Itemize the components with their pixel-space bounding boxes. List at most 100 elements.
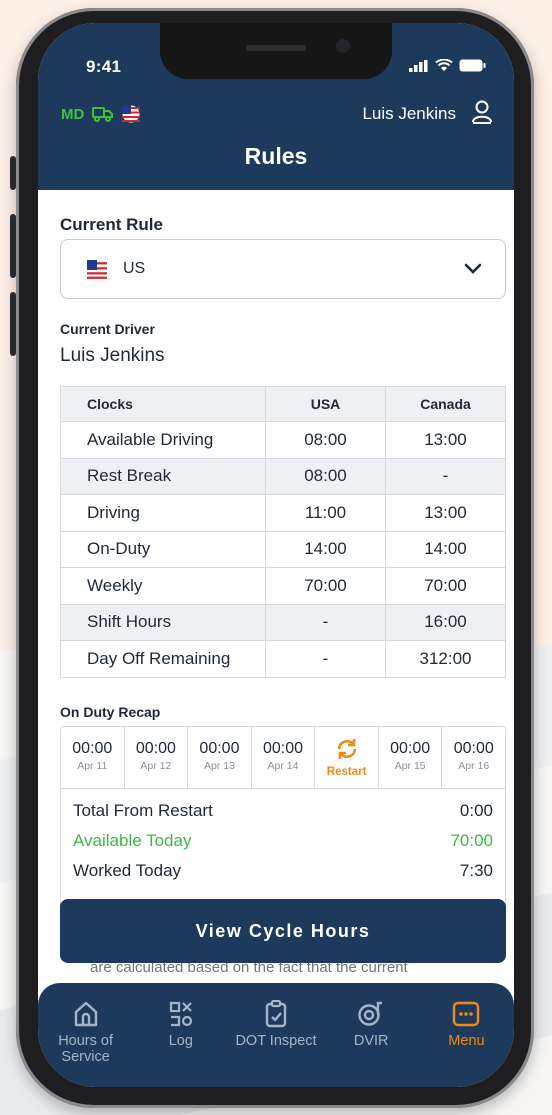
status-icons bbox=[409, 59, 486, 72]
day-hours: 00:00 bbox=[453, 740, 494, 757]
tab-log[interactable]: Log bbox=[133, 983, 228, 1087]
clock-canada: - bbox=[385, 457, 506, 495]
recap-summary: Total From Restart 0:00 Available Today 70… bbox=[61, 789, 505, 886]
tab-label: Menu bbox=[448, 1033, 485, 1049]
day-hours: 00:00 bbox=[199, 740, 240, 757]
status-time: 9:41 bbox=[86, 57, 122, 76]
column-header: Canada bbox=[385, 386, 506, 422]
header-user-name: Luis Jenkins bbox=[362, 104, 456, 123]
tab-dot-inspect[interactable]: DOT Inspect bbox=[228, 983, 323, 1087]
bottom-tab-bar: Hours of Service Log DOT Inspect DVIR Me… bbox=[38, 983, 514, 1087]
clock-name: Rest Break bbox=[60, 457, 266, 495]
summary-row: Available Today 70:00 bbox=[61, 826, 505, 856]
clock-usa: 11:00 bbox=[265, 494, 386, 532]
day-hours: 00:00 bbox=[263, 740, 304, 757]
recap-days: 00:00 Apr 11 00:00 Apr 12 00:00 Apr 13 00:0… bbox=[61, 727, 505, 789]
day-hours: 00:00 bbox=[135, 740, 176, 757]
on-duty-recap: 00:00 Apr 11 00:00 Apr 12 00:00 Apr 13 00:0… bbox=[60, 726, 506, 912]
table-row: Shift Hours - 16:00 bbox=[60, 603, 506, 641]
clock-canada: 70:00 bbox=[385, 567, 506, 605]
table-row: Day Off Remaining - 312:00 bbox=[60, 640, 506, 678]
tab-hours-of-service[interactable]: Hours of Service bbox=[38, 983, 133, 1087]
clock-canada: 312:00 bbox=[385, 640, 506, 678]
table-row: On-Duty 14:00 14:00 bbox=[60, 530, 506, 568]
signal-icon bbox=[409, 59, 428, 72]
tab-menu[interactable]: Menu bbox=[419, 983, 514, 1087]
tab-label: DVIR bbox=[353, 1033, 389, 1049]
table-row: Driving 11:00 13:00 bbox=[60, 494, 506, 532]
tire-icon bbox=[358, 1001, 383, 1026]
summary-row: Total From Restart 0:00 bbox=[61, 796, 505, 826]
recap-label: On Duty Recap bbox=[60, 704, 161, 720]
clock-canada: 13:00 bbox=[385, 494, 506, 532]
volume-down-button bbox=[10, 292, 16, 356]
app-screen: 9:41 MD Luis Jenkins Rules Current Rule … bbox=[38, 23, 514, 1087]
us-flag-icon bbox=[122, 105, 141, 123]
restart-button[interactable]: Restart bbox=[315, 727, 379, 788]
clock-usa: 08:00 bbox=[265, 457, 386, 495]
summary-value: 0:00 bbox=[459, 801, 493, 820]
recap-day: 00:00 Apr 14 bbox=[252, 727, 316, 788]
day-date: Apr 16 bbox=[458, 760, 490, 772]
clock-name: Available Driving bbox=[60, 421, 266, 459]
summary-label: Worked Today bbox=[73, 861, 182, 880]
day-date: Apr 12 bbox=[140, 760, 172, 772]
summary-label: Available Today bbox=[73, 831, 192, 850]
tab-dvir[interactable]: DVIR bbox=[324, 983, 419, 1087]
truck-icon bbox=[92, 107, 114, 122]
recap-day: 00:00 Apr 13 bbox=[188, 727, 252, 788]
column-header: Clocks bbox=[60, 386, 266, 422]
wifi-icon bbox=[435, 59, 453, 71]
rule-select-value: US bbox=[123, 260, 146, 277]
menu-icon bbox=[453, 1001, 480, 1027]
camera-notch bbox=[160, 23, 392, 79]
speaker bbox=[246, 45, 306, 51]
restart-label: Restart bbox=[326, 766, 367, 778]
day-hours: 00:00 bbox=[72, 740, 113, 757]
column-header: USA bbox=[265, 386, 386, 422]
clock-canada: 13:00 bbox=[385, 421, 506, 459]
page-title: Rules bbox=[244, 143, 308, 169]
summary-row: Worked Today 7:30 bbox=[61, 856, 505, 886]
summary-value: 70:00 bbox=[450, 831, 493, 850]
recap-day: 00:00 Apr 16 bbox=[442, 727, 505, 788]
log-icon bbox=[169, 1001, 192, 1027]
clock-name: Day Off Remaining bbox=[60, 640, 266, 678]
tab-label: Log bbox=[168, 1033, 193, 1049]
summary-value: 7:30 bbox=[459, 861, 493, 880]
current-driver-name: Luis Jenkins bbox=[60, 345, 165, 366]
us-flag-icon bbox=[87, 260, 107, 280]
summary-label: Total From Restart bbox=[73, 801, 213, 820]
clocks-table: Clocks USA Canada Available Driving 08:0… bbox=[60, 386, 506, 678]
tab-label: Hours of Service bbox=[58, 1033, 113, 1065]
clipboard-check-icon bbox=[265, 1000, 287, 1028]
table-header-row: Clocks USA Canada bbox=[60, 386, 506, 422]
current-rule-label: Current Rule bbox=[60, 215, 163, 234]
front-camera bbox=[336, 39, 350, 53]
table-row: Rest Break 08:00 - bbox=[60, 457, 506, 495]
clock-name: Weekly bbox=[60, 567, 266, 605]
user-profile-icon[interactable] bbox=[470, 99, 494, 125]
recap-day: 00:00 Apr 12 bbox=[125, 727, 189, 788]
clock-name: Driving bbox=[60, 494, 266, 532]
chevron-down-icon bbox=[464, 263, 482, 274]
state-code: MD bbox=[61, 105, 85, 123]
table-row: Weekly 70:00 70:00 bbox=[60, 567, 506, 605]
volume-up-button bbox=[10, 214, 16, 278]
battery-icon bbox=[459, 59, 486, 72]
clock-canada: 16:00 bbox=[385, 603, 506, 641]
tab-label: DOT Inspect bbox=[235, 1033, 317, 1049]
rule-select[interactable]: US bbox=[60, 239, 506, 299]
day-date: Apr 14 bbox=[267, 760, 299, 772]
home-icon bbox=[74, 1001, 97, 1027]
day-date: Apr 15 bbox=[394, 760, 426, 772]
clock-usa: 08:00 bbox=[265, 421, 386, 459]
day-date: Apr 13 bbox=[203, 760, 235, 772]
view-cycle-hours-button[interactable]: View Cycle Hours bbox=[60, 899, 506, 963]
clock-usa: 70:00 bbox=[265, 567, 386, 605]
table-row: Available Driving 08:00 13:00 bbox=[60, 421, 506, 459]
day-date: Apr 11 bbox=[77, 760, 108, 772]
mute-switch bbox=[10, 156, 16, 190]
recap-day: 00:00 Apr 15 bbox=[379, 727, 443, 788]
clock-usa: - bbox=[265, 603, 386, 641]
